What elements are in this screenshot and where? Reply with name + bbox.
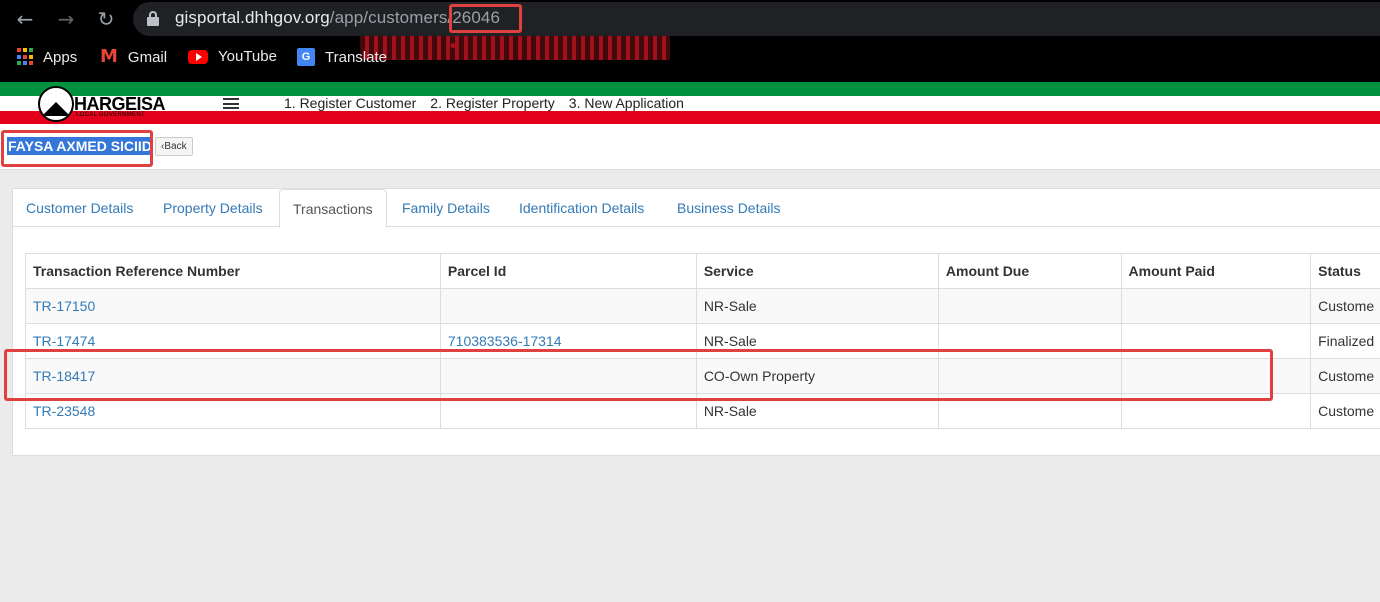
forward-arrow-icon[interactable]: → [54,7,78,31]
column-header[interactable]: Service [695,253,939,289]
column-header[interactable]: Status [1310,253,1380,289]
transaction-ref-link[interactable]: TR-23548 [33,403,95,419]
lock-icon [147,11,159,26]
transaction-ref-link[interactable]: TR-17150 [33,298,95,314]
tab-property-details[interactable]: Property Details [150,189,276,227]
browser-toolbar: ← → ↻ gisportal.dhhgov.org/app/customers… [0,0,1380,82]
bookmark-translate[interactable]: G Translate [297,48,387,66]
transaction-ref-link[interactable]: TR-17474 [33,333,95,349]
url-host: gisportal.dhhgov.org [175,8,330,27]
table-row: TR-17150 NR-Sale Custome [25,288,1380,324]
logo-subtitle: LOCAL GOVERNMENT [76,112,145,118]
row-highlight-box [4,349,1273,401]
cell-status: Custome [1310,393,1380,429]
nav-register-property[interactable]: 2. Register Property [430,95,555,111]
address-bar[interactable]: gisportal.dhhgov.org/app/customers/26046 [133,2,1380,36]
tab-family-details[interactable]: Family Details [389,189,503,227]
translate-icon: G [297,48,315,66]
youtube-icon [188,49,208,64]
table-header-row: Transaction Reference Number Parcel Id S… [25,253,1380,289]
cell-status: Finalized [1310,323,1380,359]
tab-bar: Customer Details Property Details Transa… [13,189,1380,228]
tab-customer-details[interactable]: Customer Details [13,189,146,227]
bookmark-youtube[interactable]: YouTube [188,48,277,65]
bookmark-label: Translate [325,48,387,66]
tab-transactions[interactable]: Transactions [279,189,387,228]
bookmark-label: Gmail [127,48,168,66]
column-header[interactable]: Amount Due [937,253,1122,289]
apps-icon [17,48,33,66]
cell-parcel [439,288,697,324]
cell-ref: TR-17150 [25,288,441,324]
back-arrow-icon[interactable]: ← [13,7,37,31]
flag-stripe-red [0,111,1380,124]
cell-status: Custome [1310,358,1380,394]
top-navigation: 1. Register Customer 2. Register Propert… [284,95,684,111]
bookmark-label: YouTube [218,48,277,65]
column-header[interactable]: Amount Paid [1120,253,1312,289]
cell-service: NR-Sale [695,288,939,324]
bookmarks-bar: Apps M Gmail YouTube G Translate [0,40,1380,76]
customer-panel: Customer Details Property Details Transa… [12,188,1380,456]
name-highlight-box [1,130,153,167]
tab-identification-details[interactable]: Identification Details [506,189,657,227]
column-header[interactable]: Parcel Id [439,253,697,289]
column-header[interactable]: Transaction Reference Number [25,253,441,289]
nav-register-customer[interactable]: 1. Register Customer [284,95,416,111]
url-highlight-box [449,4,522,33]
flag-stripe-green [0,82,1380,96]
parcel-id-link[interactable]: 710383536-17314 [448,333,562,349]
menu-icon[interactable] [223,98,239,109]
site-header: HARGEISA LOCAL GOVERNMENT 1. Register Cu… [0,82,1380,124]
bookmark-apps[interactable]: Apps [17,48,77,66]
url-path-prefix: /app/custome [329,8,434,27]
bookmark-gmail[interactable]: M Gmail [100,48,167,66]
bookmark-label: Apps [43,48,78,66]
cell-status: Custome [1310,288,1380,324]
hargeisa-logo[interactable]: HARGEISA LOCAL GOVERNMENT [38,86,168,122]
transactions-table: Transaction Reference Number Parcel Id S… [25,253,1380,429]
back-label: Back [164,141,187,152]
tab-business-details[interactable]: Business Details [664,189,794,227]
cell-amount-due [937,288,1122,324]
gmail-icon: M [100,46,118,67]
nav-new-application[interactable]: 3. New Application [569,95,684,111]
customer-title-bar: FAYSA AXMED SICIID ‹Back [0,124,1380,170]
back-button[interactable]: ‹Back [155,137,193,156]
logo-emblem-icon [38,86,74,122]
reload-icon[interactable]: ↻ [94,7,118,31]
cell-amount-paid [1120,288,1312,324]
